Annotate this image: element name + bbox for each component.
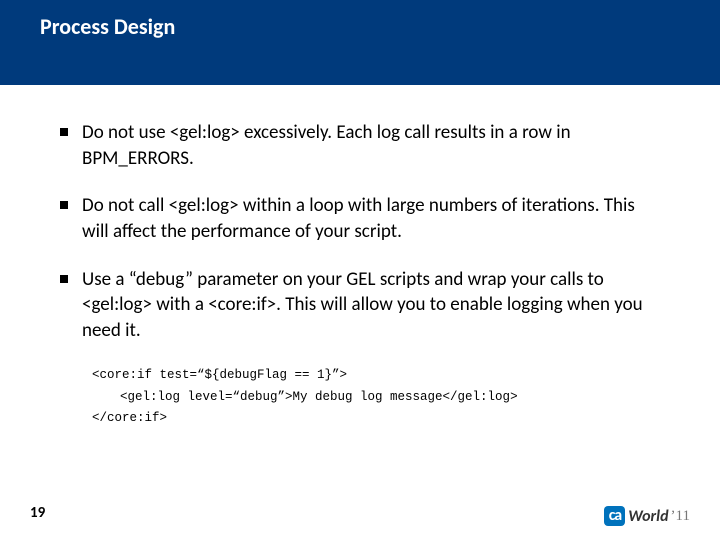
bullet-icon bbox=[60, 201, 68, 209]
logo-text: World bbox=[628, 507, 668, 526]
bullet-item: Do not call <gel:log> within a loop with… bbox=[60, 193, 660, 244]
bullet-text: Do not use <gel:log> excessively. Each l… bbox=[82, 120, 660, 171]
bullet-icon bbox=[60, 275, 68, 283]
slide-body: Do not use <gel:log> excessively. Each l… bbox=[60, 120, 660, 429]
logo-badge: ca bbox=[604, 506, 626, 526]
code-line: <gel:log level=“debug”>My debug log mess… bbox=[92, 387, 660, 408]
page-number: 19 bbox=[30, 504, 45, 522]
footer-logo: ca World ’11 bbox=[604, 506, 690, 526]
bullet-item: Use a “debug” parameter on your GEL scri… bbox=[60, 267, 660, 344]
slide-title: Process Design bbox=[40, 13, 175, 40]
bullet-icon bbox=[60, 128, 68, 136]
code-block: <core:if test=“${debugFlag == 1}”> <gel:… bbox=[92, 365, 660, 429]
code-line: </core:if> bbox=[92, 408, 660, 429]
bullet-text: Do not call <gel:log> within a loop with… bbox=[82, 193, 660, 244]
bullet-text: Use a “debug” parameter on your GEL scri… bbox=[82, 267, 660, 344]
code-line: <core:if test=“${debugFlag == 1}”> bbox=[92, 365, 660, 386]
logo-year: ’11 bbox=[671, 508, 690, 525]
bullet-item: Do not use <gel:log> excessively. Each l… bbox=[60, 120, 660, 171]
